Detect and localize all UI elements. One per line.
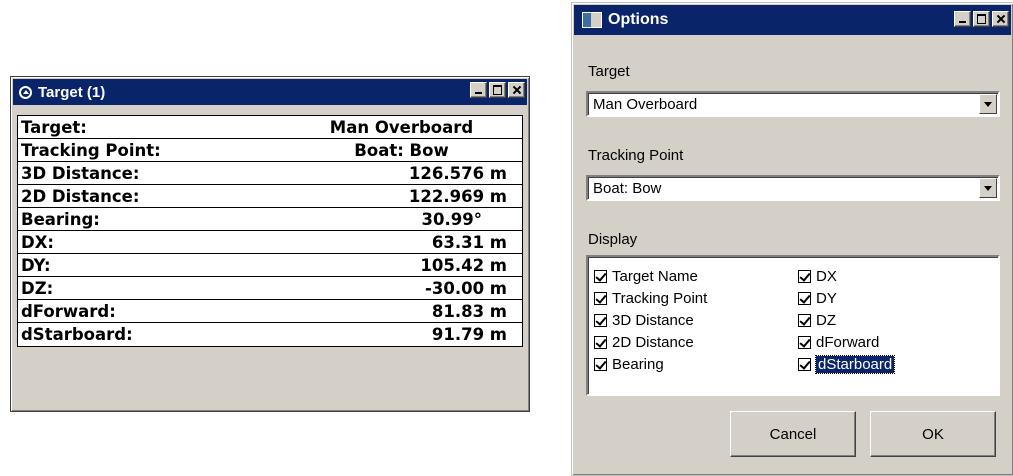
row-label: 2D Distance: <box>21 186 140 206</box>
target-info-table: Target: Man Overboard Tracking Point: Bo… <box>17 115 523 347</box>
minimize-button[interactable] <box>470 82 487 98</box>
checklist-item-label: dStarboard <box>814 354 896 374</box>
tracking-point-label: Tracking Point <box>588 147 684 164</box>
table-row: DZ: -30.00 m <box>18 277 522 300</box>
target-window: Target (1) Target: Man Overboard Trackin… <box>10 76 530 412</box>
row-value: 122.969 m <box>408 186 507 206</box>
checklist-item-bearing[interactable]: Bearing <box>594 353 707 375</box>
checklist-item-target-name[interactable]: Target Name <box>594 265 707 287</box>
checklist-item-label: 3D Distance <box>612 311 694 329</box>
checklist-item-label: Target Name <box>612 267 698 285</box>
checklist-item-dz[interactable]: DZ <box>798 309 894 331</box>
checklist-item-label: DZ <box>816 311 836 329</box>
table-row: DY: 105.42 m <box>18 254 522 277</box>
row-label: DZ: <box>21 278 54 298</box>
display-checklist[interactable]: Target Name Tracking Point 3D Distance 2… <box>586 255 1000 396</box>
table-row: 3D Distance: 126.576 m <box>18 162 522 185</box>
display-label: Display <box>588 231 638 248</box>
table-row: Bearing: 30.99° <box>18 208 522 231</box>
row-value: -30.00 m <box>425 278 507 298</box>
checkbox-checked-icon[interactable] <box>594 269 607 283</box>
checkbox-checked-icon[interactable] <box>798 357 811 371</box>
maximize-button[interactable] <box>973 11 990 27</box>
row-label: Tracking Point: <box>21 140 161 160</box>
row-value: 105.42 m <box>420 255 507 275</box>
row-label: dForward: <box>21 301 116 321</box>
row-label: 3D Distance: <box>21 163 140 183</box>
checklist-item-dx[interactable]: DX <box>798 265 894 287</box>
options-title-bar[interactable]: Options <box>574 5 1011 35</box>
checklist-item-label: DX <box>816 267 837 285</box>
table-row: DX: 63.31 m <box>18 231 522 254</box>
row-value: Man Overboard <box>329 117 474 137</box>
tracking-select-value: Boat: Bow <box>593 180 662 197</box>
checklist-item-label: Tracking Point <box>612 289 708 307</box>
row-label: Target: <box>21 117 87 137</box>
table-row: Target: Man Overboard <box>18 116 522 139</box>
row-value: 30.99° <box>421 209 482 229</box>
target-icon <box>19 85 32 99</box>
checklist-item-dy[interactable]: DY <box>798 287 894 309</box>
checkbox-checked-icon[interactable] <box>594 313 607 327</box>
close-button[interactable] <box>992 11 1009 27</box>
checkbox-checked-icon[interactable] <box>594 357 607 371</box>
row-label: DY: <box>21 255 51 275</box>
row-label: DX: <box>21 232 55 252</box>
checklist-item-tracking-point[interactable]: Tracking Point <box>594 287 707 309</box>
checklist-item-label: DY <box>816 289 837 307</box>
checkbox-checked-icon[interactable] <box>594 291 607 305</box>
checklist-item-3d-distance[interactable]: 3D Distance <box>594 309 707 331</box>
options-window-title: Options <box>608 11 669 28</box>
cancel-button[interactable]: Cancel <box>730 411 856 457</box>
table-row: Tracking Point: Boat: Bow <box>18 139 522 162</box>
table-row: dStarboard: 91.79 m <box>18 323 522 346</box>
target-label: Target <box>588 63 630 80</box>
checklist-item-label: 2D Distance <box>612 333 694 351</box>
row-value: Boat: Bow <box>354 140 449 160</box>
target-window-title: Target (1) <box>38 83 106 101</box>
tracking-point-select[interactable]: Boat: Bow <box>586 175 1000 201</box>
checklist-item-dforward[interactable]: dForward <box>798 331 894 353</box>
checkbox-checked-icon[interactable] <box>798 335 811 349</box>
options-window: Options Target Man Overboard Tracking Po… <box>571 2 1013 476</box>
row-label: dStarboard: <box>21 325 133 344</box>
row-value: 63.31 m <box>431 232 507 252</box>
maximize-button[interactable] <box>489 82 506 98</box>
close-button[interactable] <box>508 82 525 98</box>
checklist-item-label: Bearing <box>612 355 664 373</box>
checkbox-checked-icon[interactable] <box>594 335 607 349</box>
ok-button[interactable]: OK <box>870 411 996 457</box>
row-value: 126.576 m <box>408 163 507 183</box>
checkbox-checked-icon[interactable] <box>798 269 811 283</box>
target-title-bar[interactable]: Target (1) <box>13 79 527 105</box>
checklist-item-label: dForward <box>816 333 880 351</box>
row-value: 91.79 m <box>431 325 507 344</box>
row-label: Bearing: <box>21 209 100 229</box>
chevron-down-icon[interactable] <box>979 178 997 198</box>
checklist-item-2d-distance[interactable]: 2D Distance <box>594 331 707 353</box>
chevron-down-icon[interactable] <box>979 94 997 114</box>
table-row: 2D Distance: 122.969 m <box>18 185 522 208</box>
row-value: 81.83 m <box>431 301 507 321</box>
target-select-value: Man Overboard <box>593 96 698 113</box>
window-app-icon <box>582 12 602 28</box>
checkbox-checked-icon[interactable] <box>798 291 811 305</box>
checkbox-checked-icon[interactable] <box>798 313 811 327</box>
table-row: dForward: 81.83 m <box>18 300 522 323</box>
minimize-button[interactable] <box>954 11 971 27</box>
target-select[interactable]: Man Overboard <box>586 91 1000 117</box>
checklist-item-dstarboard[interactable]: dStarboard <box>798 353 896 375</box>
